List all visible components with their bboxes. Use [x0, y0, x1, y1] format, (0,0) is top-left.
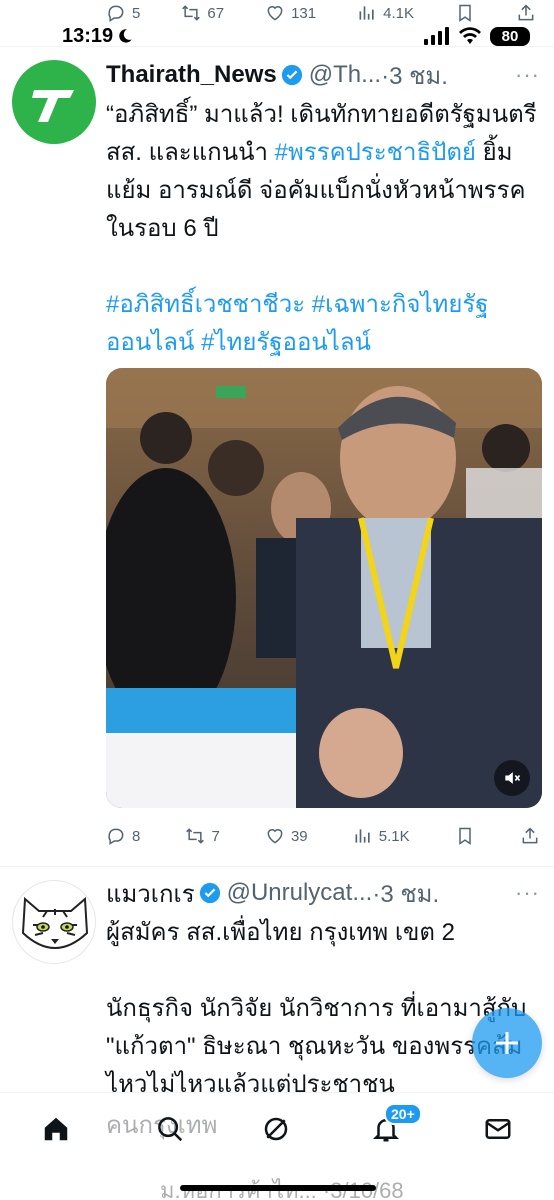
tweet-video[interactable] — [106, 368, 542, 808]
cat-avatar-icon — [21, 896, 89, 949]
signal-icon — [424, 27, 449, 45]
author-handle[interactable]: @Unrulycat... — [227, 879, 373, 907]
reply-count: 8 — [132, 827, 141, 845]
like-count: 131 — [291, 4, 317, 22]
bookmark-icon — [459, 4, 471, 22]
retweet-icon — [186, 828, 205, 844]
nav-messages[interactable] — [478, 1109, 518, 1149]
hashtag-link[interactable]: #ไทยรัฐออนไลน์ — [201, 329, 371, 356]
nav-grok[interactable] — [256, 1109, 296, 1149]
moon-icon — [119, 29, 132, 43]
retweet-count: 67 — [207, 4, 225, 22]
bookmark-icon — [459, 827, 471, 845]
reply-button[interactable]: 8 — [106, 826, 140, 846]
reply-button[interactable]: 5 — [106, 3, 140, 23]
heart-icon — [267, 6, 283, 21]
views-count: 4.1K — [383, 4, 414, 22]
heart-icon — [267, 829, 283, 844]
tweet-hashtags: #อภิสิทธิ์เวชชาชีวะ #เฉพาะกิจไทยรัฐออนไล… — [106, 286, 540, 362]
author-name[interactable]: Thairath_News — [106, 61, 277, 89]
like-button[interactable]: 39 — [265, 826, 308, 846]
thairath-logo-icon — [32, 90, 74, 122]
bookmark-button[interactable] — [455, 3, 475, 23]
reply-icon — [108, 828, 124, 845]
author-name[interactable]: แมวเกเร — [106, 876, 195, 910]
views-count: 5.1K — [378, 827, 410, 845]
verified-icon — [281, 64, 302, 86]
tweet-actions: 8 7 39 5.1K — [106, 822, 540, 850]
share-icon — [522, 827, 538, 844]
retweet-icon — [182, 5, 201, 21]
share-icon — [518, 4, 534, 21]
battery-indicator: 80 — [490, 26, 530, 46]
like-count: 39 — [290, 827, 308, 845]
mute-button[interactable] — [494, 760, 530, 796]
share-button[interactable] — [520, 826, 540, 846]
views-button[interactable]: 5.1K — [353, 826, 410, 846]
more-options-icon[interactable]: ··· — [515, 62, 540, 88]
hashtag-link[interactable]: #อภิสิทธิ์เวชชาชีวะ — [106, 291, 305, 318]
nav-home[interactable] — [36, 1109, 76, 1149]
views-icon — [359, 6, 374, 20]
wifi-icon — [459, 27, 481, 44]
reply-icon — [108, 5, 124, 22]
hashtag-link[interactable]: #พรรคประชาธิปัตย์ — [275, 139, 476, 166]
notification-badge: 20+ — [384, 1103, 422, 1125]
views-button[interactable]: 4.1K — [357, 3, 414, 23]
tweet-header: แมวเกเร @Unrulycat... ·3 ชม. ··· — [106, 876, 540, 910]
home-indicator — [180, 1185, 376, 1191]
verified-icon — [199, 882, 220, 904]
tweet-time[interactable]: ·3 ชม. — [381, 58, 448, 92]
tweet-content: Thairath_News @Th... ·3 ชม. ··· “อภิสิทธ… — [106, 58, 540, 362]
bottom-nav: คนกรุงเทพ 20+ ม.หอการค้าไท... ·3/10/68 — [0, 1092, 554, 1200]
tweet-header: Thairath_News @Th... ·3 ชม. ··· — [106, 58, 540, 92]
divider — [0, 46, 554, 47]
search-icon — [158, 1117, 183, 1142]
retweet-count: 7 — [211, 827, 220, 845]
status-indicators: 80 — [424, 26, 530, 46]
video-frame — [106, 368, 542, 808]
retweet-button[interactable]: 67 — [181, 3, 224, 23]
bookmark-button[interactable] — [455, 826, 475, 846]
share-button[interactable] — [516, 3, 536, 23]
views-icon — [355, 829, 370, 843]
clock: 13:19 — [62, 25, 133, 48]
retweet-button[interactable]: 7 — [185, 826, 220, 846]
nav-search[interactable] — [150, 1109, 190, 1149]
tweet-text: “อภิสิทธิ์” มาแล้ว! เดินทักทายอดีตรัฐมนต… — [106, 96, 540, 248]
grok-icon — [264, 1117, 288, 1141]
speaker-muted-icon — [505, 772, 521, 784]
avatar[interactable] — [12, 880, 96, 964]
tweet-text-line: ผู้สมัคร สส.เพื่อไทย กรุงเทพ เขต 2 — [106, 919, 456, 946]
divider — [0, 866, 554, 867]
envelope-icon — [485, 1119, 511, 1139]
like-button[interactable]: 131 — [265, 3, 316, 23]
author-handle[interactable]: @Th... — [309, 61, 381, 89]
more-options-icon[interactable]: ··· — [515, 880, 540, 906]
compose-button[interactable] — [472, 1008, 542, 1078]
reply-count: 5 — [132, 4, 141, 22]
clock-time: 13:19 — [62, 24, 114, 47]
avatar[interactable] — [12, 60, 96, 144]
nav-notifications[interactable]: 20+ — [366, 1103, 422, 1149]
plus-icon — [496, 1032, 518, 1054]
tweet-time[interactable]: ·3 ชม. — [372, 876, 439, 910]
tweet-content: แมวเกเร @Unrulycat... ·3 ชม. ··· ผู้สมัค… — [106, 876, 540, 1104]
home-icon — [44, 1117, 68, 1141]
